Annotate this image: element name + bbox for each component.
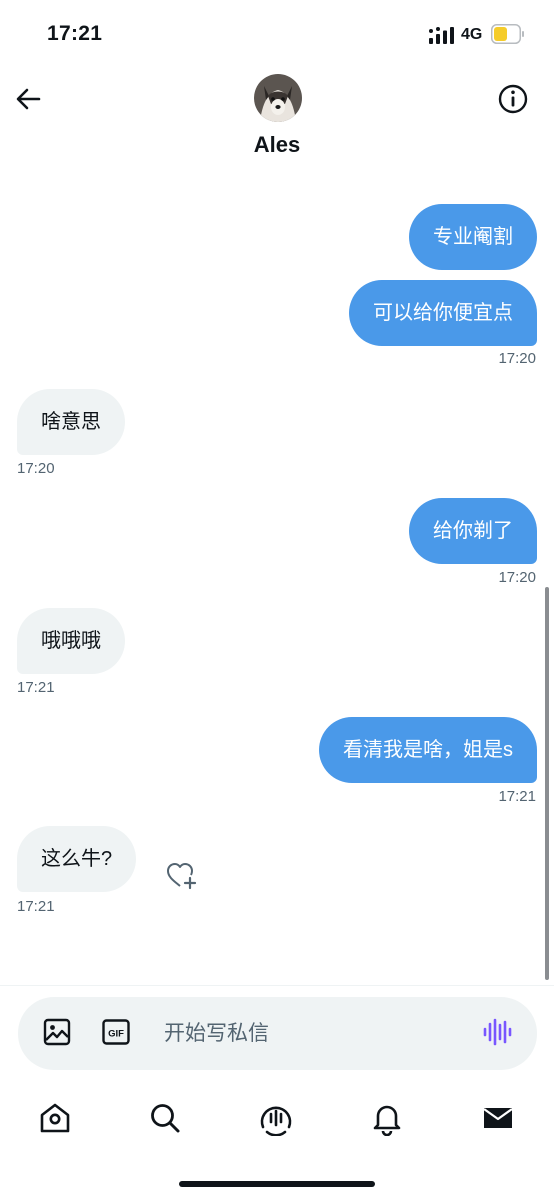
message-input[interactable]: 开始写私信 (164, 997, 269, 1070)
message-composer[interactable]: GIF 开始写私信 (18, 997, 537, 1070)
message-bubble-sent[interactable]: 可以给你便宜点 (349, 280, 537, 346)
message-bubble-received[interactable]: 啥意思 (17, 389, 125, 455)
conversation-header: Ales (0, 66, 554, 176)
contact-name[interactable]: Ales (0, 132, 554, 158)
messages-icon[interactable] (480, 1100, 516, 1136)
notifications-icon[interactable] (369, 1100, 405, 1136)
info-circle-icon[interactable] (496, 82, 530, 116)
message-timestamp: 17:21 (17, 679, 55, 696)
message-timestamp: 17:21 (498, 788, 536, 805)
message-timestamp: 17:21 (17, 898, 55, 915)
home-icon[interactable] (37, 1100, 73, 1136)
search-icon[interactable] (147, 1100, 183, 1136)
scrollbar[interactable] (545, 587, 549, 980)
status-bar: 17:21 4G (0, 0, 554, 66)
message-bubble-sent[interactable]: 看清我是啥，姐是s (319, 717, 537, 783)
arrow-left-icon[interactable] (12, 82, 46, 116)
message-bubble-sent[interactable]: 给你剃了 (409, 498, 537, 564)
message-bubble-received[interactable]: 哦哦哦 (17, 608, 125, 674)
spaces-icon[interactable] (258, 1100, 294, 1136)
avatar[interactable] (254, 74, 302, 122)
signal-icon (429, 27, 454, 44)
gif-label: GIF (108, 1029, 124, 1040)
divider (0, 985, 554, 986)
message-timestamp: 17:20 (498, 569, 536, 586)
message-bubble-sent[interactable]: 专业阉割 (409, 204, 537, 270)
gif-icon[interactable]: GIF (101, 1017, 131, 1047)
battery-icon (491, 24, 524, 44)
message-bubble-received[interactable]: 这么牛? (17, 826, 137, 892)
bottom-tab-bar (0, 1090, 554, 1150)
message-timestamp: 17:20 (17, 460, 55, 477)
image-icon[interactable] (42, 1017, 72, 1047)
home-indicator (179, 1181, 375, 1187)
add-reaction-heart-icon[interactable] (165, 861, 199, 891)
network-type: 4G (461, 26, 483, 43)
message-timestamp: 17:20 (498, 350, 536, 367)
status-time: 17:21 (47, 22, 103, 45)
voice-message-icon[interactable] (482, 1017, 512, 1047)
